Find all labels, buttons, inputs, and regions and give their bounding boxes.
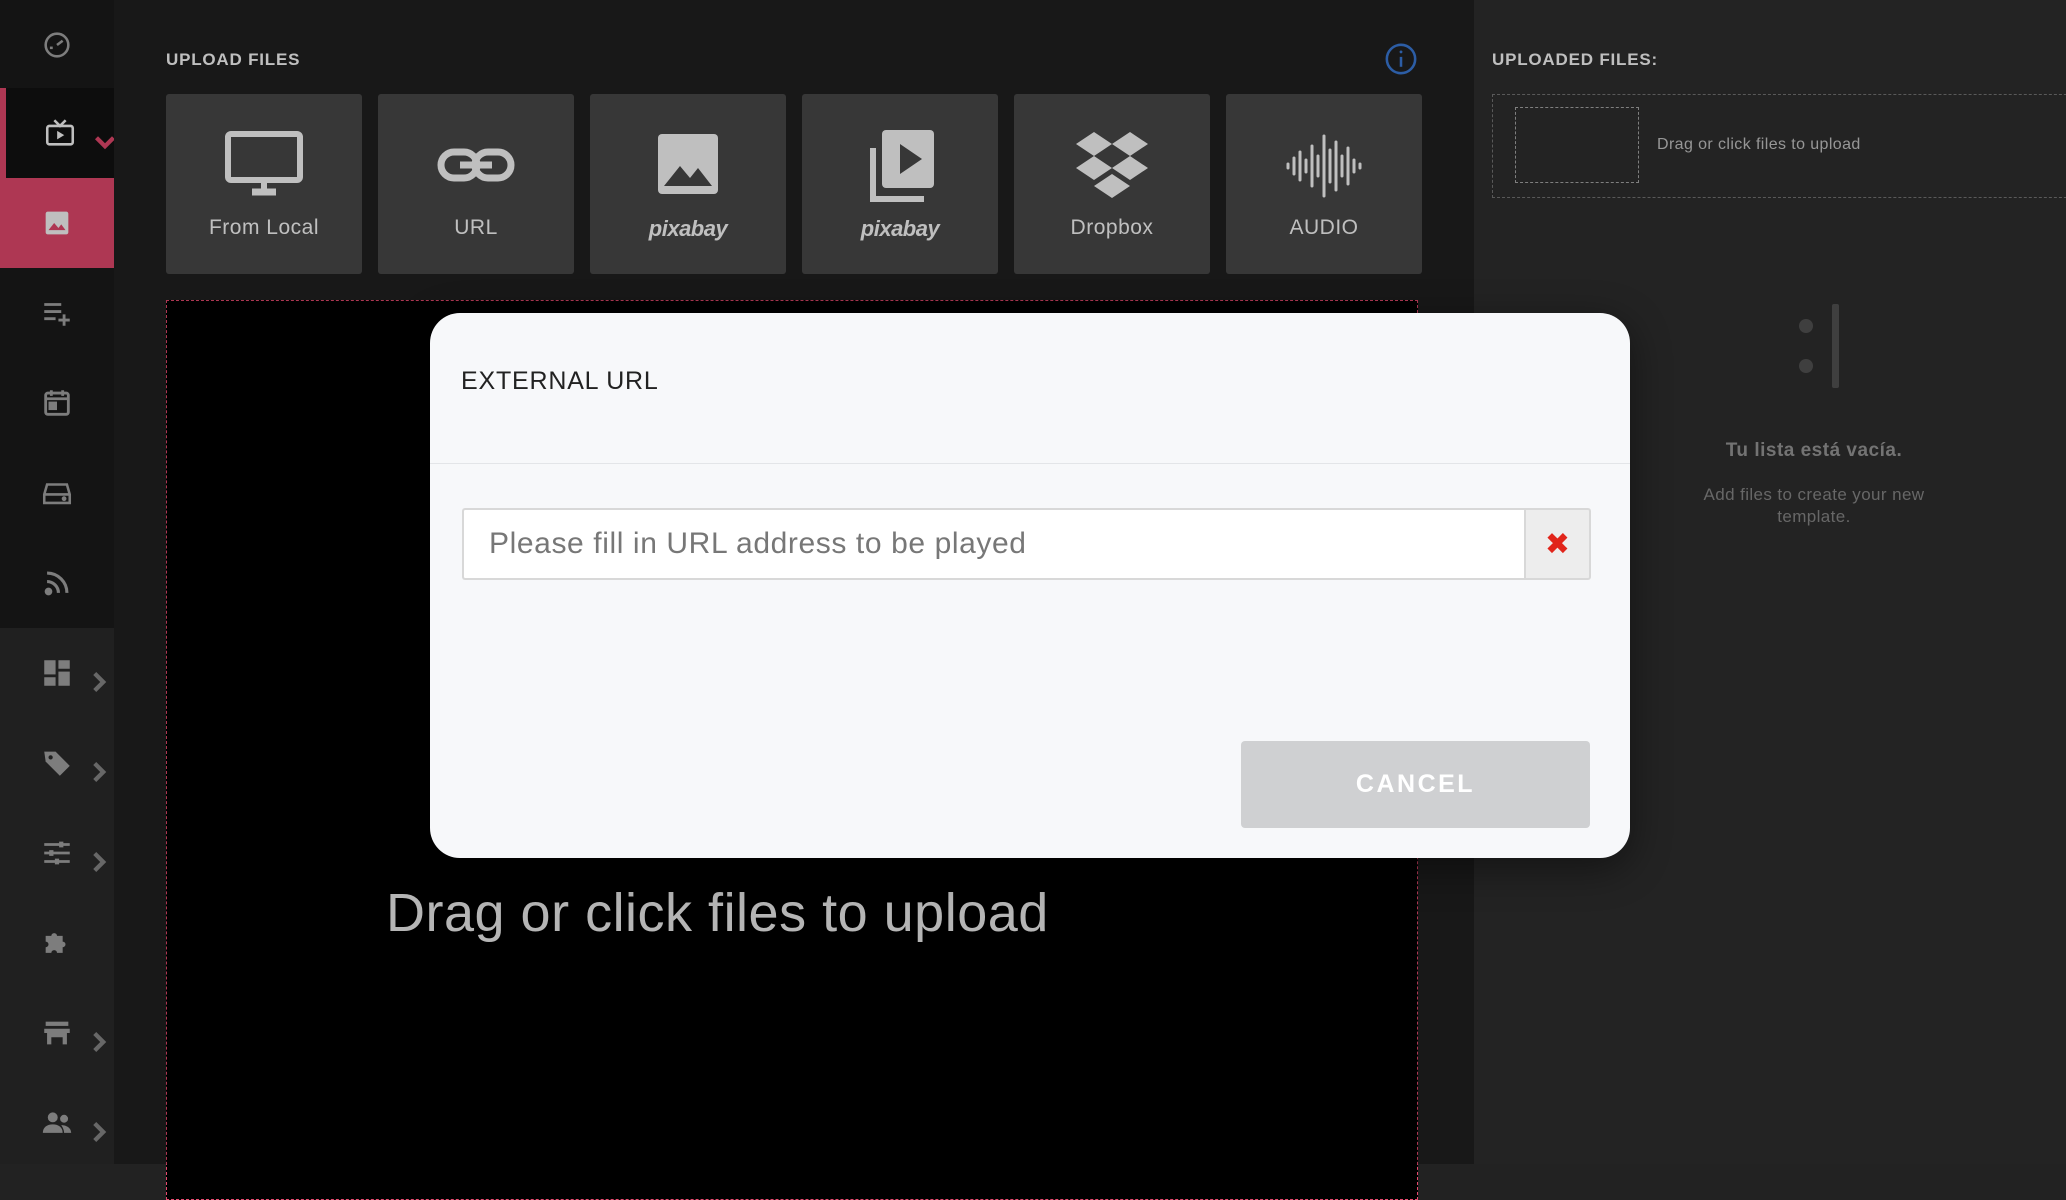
- url-input-group: ✖: [462, 508, 1591, 580]
- url-input[interactable]: [462, 508, 1524, 580]
- dialog-title: EXTERNAL URL: [461, 367, 659, 395]
- clear-url-button[interactable]: ✖: [1524, 508, 1591, 580]
- close-icon: ✖: [1544, 527, 1571, 561]
- divider: [430, 463, 1630, 464]
- external-url-dialog: EXTERNAL URL ✖ CANCEL: [430, 313, 1630, 858]
- cancel-button[interactable]: CANCEL: [1241, 741, 1590, 828]
